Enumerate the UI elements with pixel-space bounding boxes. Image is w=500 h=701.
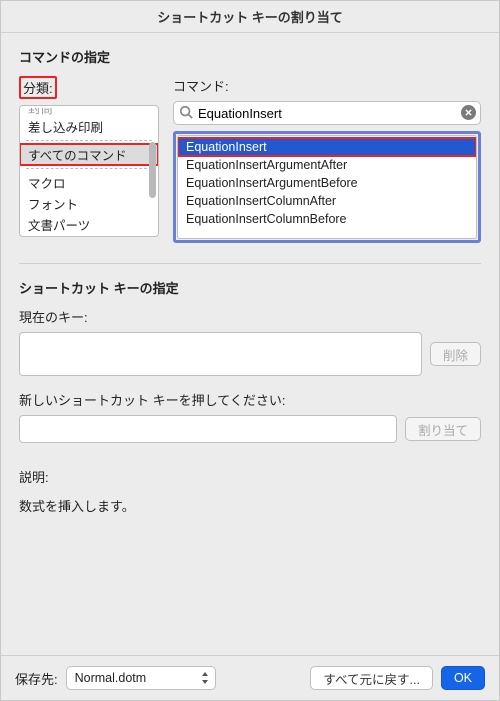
list-item[interactable]: フォント [20, 193, 158, 214]
category-column: 分類: 封筒 差し込み印刷 すべてのコマンド マクロ フォント 文書パーツ [19, 76, 159, 237]
ok-button[interactable]: OK [441, 666, 485, 690]
list-item-equation-insert[interactable]: EquationInsert [178, 138, 476, 156]
delete-button[interactable]: 削除 [430, 342, 481, 366]
current-keys-label: 現在のキー: [19, 307, 481, 326]
description-label: 説明: [19, 467, 481, 486]
separator [19, 263, 481, 264]
reset-all-button[interactable]: すべて元に戻す... [310, 666, 433, 690]
search-icon [179, 105, 193, 119]
new-key-row: 割り当て [19, 415, 481, 443]
dialog-footer: 保存先: Normal.dotm すべて元に戻す... OK [1, 655, 499, 700]
shortcut-heading: ショートカット キーの指定 [19, 278, 481, 297]
category-list[interactable]: 封筒 差し込み印刷 すべてのコマンド マクロ フォント 文書パーツ [19, 105, 159, 237]
title-text: ショートカット キーの割り当て [157, 7, 343, 26]
dialog-window: ショートカット キーの割り当て コマンドの指定 分類: 封筒 差し込み印刷 すべ… [0, 0, 500, 701]
specify-command-heading: コマンドの指定 [19, 47, 481, 66]
list-item[interactable]: 差し込み印刷 [20, 116, 158, 137]
list-item[interactable]: EquationInsertArgumentBefore [178, 174, 476, 192]
description-text: 数式を挿入します。 [19, 496, 481, 515]
assign-button[interactable]: 割り当て [405, 417, 481, 441]
list-item-all-commands[interactable]: すべてのコマンド [20, 144, 158, 165]
list-item[interactable]: EquationInsertColumnBefore [178, 210, 476, 228]
new-key-label: 新しいショートカット キーを押してください: [19, 390, 481, 409]
list-item[interactable]: EquationInsertArgumentAfter [178, 156, 476, 174]
specify-command-row: 分類: 封筒 差し込み印刷 すべてのコマンド マクロ フォント 文書パーツ [19, 76, 481, 243]
window-title: ショートカット キーの割り当て [1, 1, 499, 33]
command-search-input[interactable] [173, 101, 481, 125]
category-list-wrap: 封筒 差し込み印刷 すべてのコマンド マクロ フォント 文書パーツ [19, 105, 159, 237]
divider [26, 140, 152, 141]
category-label-wrap: 分類: [19, 76, 159, 99]
list-item[interactable]: EquationInsertColumnAfter [178, 192, 476, 210]
divider [26, 168, 152, 169]
clear-search-icon[interactable] [461, 105, 476, 120]
current-keys-box[interactable] [19, 332, 422, 376]
scrollbar-thumb[interactable] [149, 142, 156, 198]
current-keys-row: 削除 [19, 332, 481, 376]
description-block: 説明: 数式を挿入します。 [19, 467, 481, 515]
new-shortcut-input[interactable] [19, 415, 397, 443]
category-label: 分類: [19, 76, 57, 99]
chevron-updown-icon [200, 670, 210, 689]
save-in-select[interactable]: Normal.dotm [66, 666, 216, 690]
command-list[interactable]: EquationInsert EquationInsertArgumentAft… [177, 135, 477, 239]
command-column: コマンド: EquationInsert EquationInsertArgum… [173, 76, 481, 243]
dialog-content: コマンドの指定 分類: 封筒 差し込み印刷 すべてのコマンド マクロ フォント [1, 33, 499, 655]
search-field-wrap [173, 101, 481, 125]
save-in-value: Normal.dotm [75, 671, 147, 685]
save-in-label: 保存先: [15, 669, 58, 688]
command-label: コマンド: [173, 76, 481, 95]
list-item[interactable]: 文書パーツ [20, 214, 158, 235]
list-item[interactable]: 封筒 [20, 108, 158, 116]
list-item[interactable]: マクロ [20, 172, 158, 193]
command-list-highlight: EquationInsert EquationInsertArgumentAft… [173, 131, 481, 243]
